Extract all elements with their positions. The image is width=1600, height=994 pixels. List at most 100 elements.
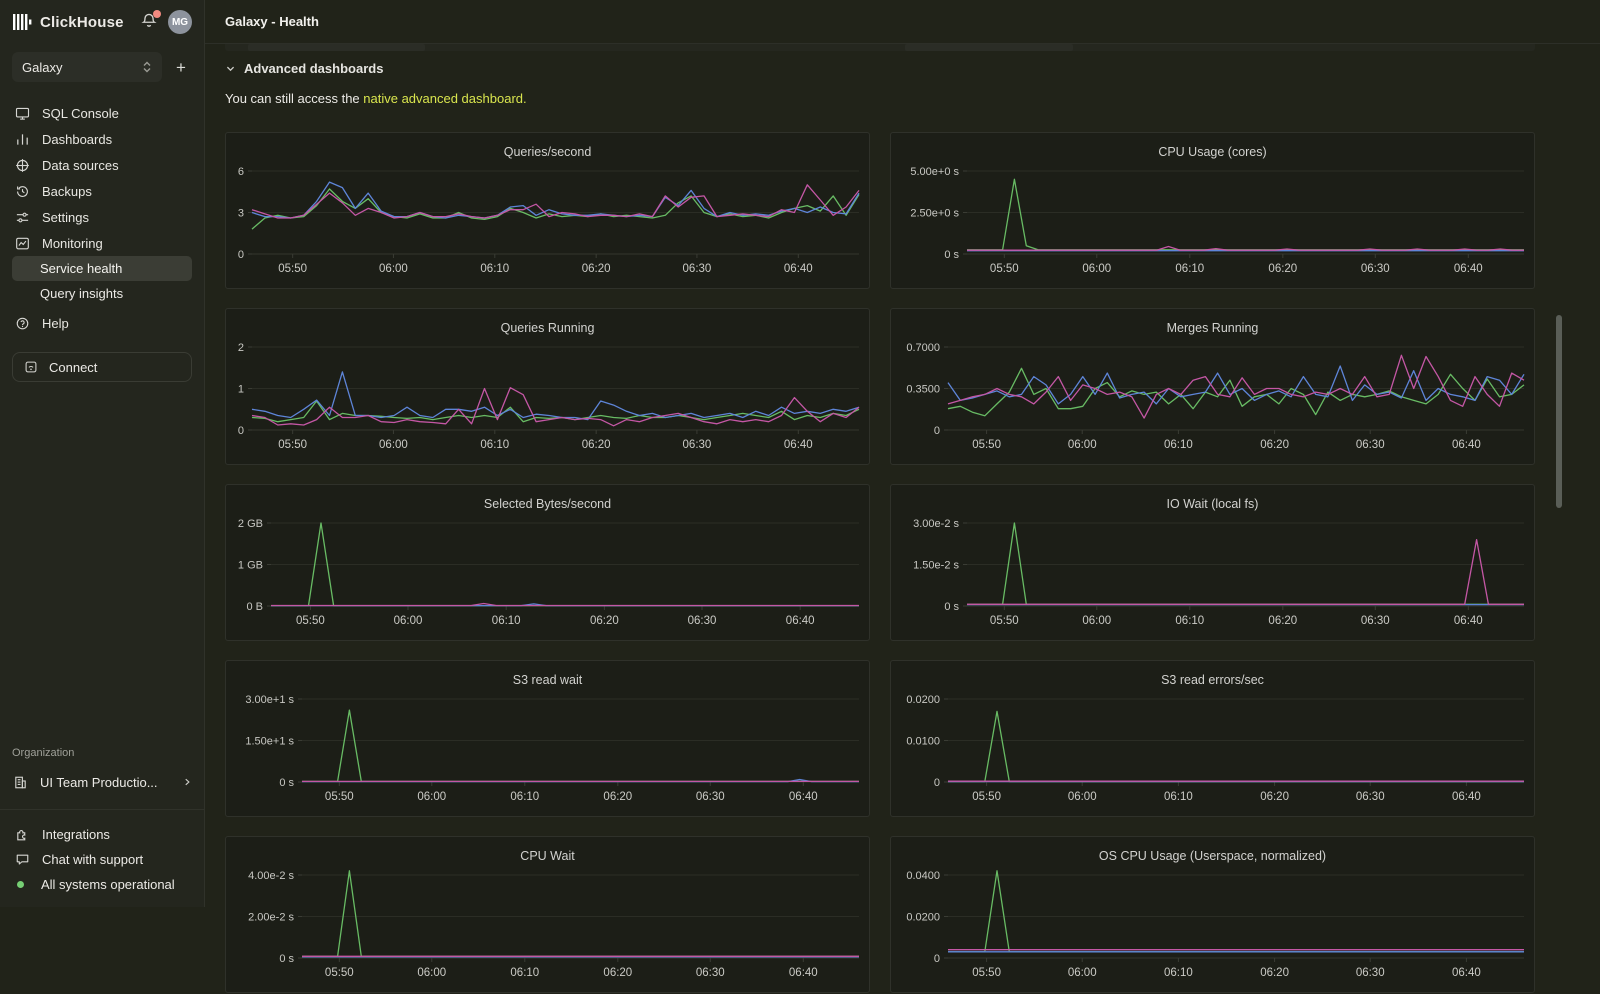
sidebar-item-label: Dashboards bbox=[42, 132, 112, 147]
native-dashboard-link[interactable]: native advanced dashboard. bbox=[363, 91, 526, 106]
workspace-select[interactable]: Galaxy bbox=[12, 52, 162, 82]
chart-title: CPU Wait bbox=[226, 837, 869, 863]
line-chart[interactable]: 0 s1.50e+1 s3.00e+1 s05:5006:0006:1006:2… bbox=[226, 687, 871, 818]
chart-card-io-wait: IO Wait (local fs) 0 s1.50e-2 s3.00e-2 s… bbox=[890, 484, 1535, 641]
svg-text:06:20: 06:20 bbox=[1268, 615, 1297, 627]
svg-text:05:50: 05:50 bbox=[972, 967, 1001, 979]
chart-card-cpu-wait: CPU Wait 0 s2.00e-2 s4.00e-2 s05:5006:00… bbox=[225, 836, 870, 993]
svg-text:0.0100: 0.0100 bbox=[906, 736, 940, 748]
svg-text:05:50: 05:50 bbox=[325, 967, 354, 979]
svg-text:06:00: 06:00 bbox=[1082, 615, 1111, 627]
svg-text:0 s: 0 s bbox=[279, 777, 294, 789]
clickhouse-logo-icon bbox=[12, 12, 32, 32]
svg-text:06:40: 06:40 bbox=[1454, 615, 1483, 627]
svg-text:05:50: 05:50 bbox=[990, 263, 1019, 275]
line-chart[interactable]: 0 B1 GB2 GB05:5006:0006:1006:2006:3006:4… bbox=[226, 511, 871, 642]
sidebar-nav: SQL Console Dashboards Data sources Back… bbox=[0, 96, 204, 340]
svg-text:0.0400: 0.0400 bbox=[906, 870, 940, 882]
svg-text:06:20: 06:20 bbox=[603, 791, 632, 803]
chart-title: S3 read errors/sec bbox=[891, 661, 1534, 687]
sidebar-subitem-label: Query insights bbox=[40, 286, 123, 301]
line-chart[interactable]: 01205:5006:0006:1006:2006:3006:40 bbox=[226, 335, 871, 466]
svg-text:05:50: 05:50 bbox=[990, 615, 1019, 627]
svg-text:06:20: 06:20 bbox=[582, 263, 611, 275]
organization-label: Organization bbox=[0, 747, 204, 759]
svg-text:06:30: 06:30 bbox=[683, 439, 712, 451]
sidebar-item-label: Data sources bbox=[42, 158, 119, 173]
line-chart[interactable]: 03605:5006:0006:1006:2006:3006:40 bbox=[226, 159, 871, 290]
svg-text:05:50: 05:50 bbox=[278, 439, 307, 451]
svg-text:1.50e+1 s: 1.50e+1 s bbox=[245, 736, 294, 748]
svg-text:06:10: 06:10 bbox=[492, 615, 521, 627]
sidebar-item-chat-support[interactable]: Chat with support bbox=[0, 847, 204, 872]
chart-title: S3 read wait bbox=[226, 661, 869, 687]
sidebar-item-service-health[interactable]: Service health bbox=[12, 256, 192, 281]
chart-title: OS CPU Usage (Userspace, normalized) bbox=[891, 837, 1534, 863]
sidebar-item-backups[interactable]: Backups bbox=[12, 178, 192, 204]
sidebar-subitem-label: Service health bbox=[40, 261, 122, 276]
notification-dot bbox=[153, 10, 161, 18]
svg-text:06:40: 06:40 bbox=[789, 791, 818, 803]
line-chart[interactable]: 00.01000.020005:5006:0006:1006:2006:3006… bbox=[891, 687, 1536, 818]
svg-text:06:30: 06:30 bbox=[1356, 967, 1385, 979]
svg-text:06:40: 06:40 bbox=[1452, 791, 1481, 803]
svg-text:06:00: 06:00 bbox=[1082, 263, 1111, 275]
sidebar-item-label: SQL Console bbox=[42, 106, 119, 121]
svg-text:0: 0 bbox=[934, 425, 940, 437]
sidebar-item-query-insights[interactable]: Query insights bbox=[12, 281, 192, 306]
sidebar-item-label: Help bbox=[42, 316, 69, 331]
advanced-dashboards-toggle[interactable]: Advanced dashboards bbox=[225, 61, 1600, 76]
svg-text:06:30: 06:30 bbox=[1361, 615, 1390, 627]
svg-text:06:10: 06:10 bbox=[510, 967, 539, 979]
svg-text:2.50e+0 s: 2.50e+0 s bbox=[910, 208, 959, 220]
system-status[interactable]: All systems operational bbox=[0, 872, 204, 897]
restore-clock-icon bbox=[14, 183, 30, 199]
svg-text:5.00e+0 s: 5.00e+0 s bbox=[910, 166, 959, 178]
chart-card-selected-bytes: Selected Bytes/second 0 B1 GB2 GB05:5006… bbox=[225, 484, 870, 641]
svg-text:06:10: 06:10 bbox=[510, 791, 539, 803]
svg-text:06:00: 06:00 bbox=[1068, 791, 1097, 803]
connect-button[interactable]: Connect bbox=[12, 352, 192, 382]
line-chart[interactable]: 00.35000.700005:5006:0006:1006:2006:3006… bbox=[891, 335, 1536, 466]
vertical-scrollbar[interactable] bbox=[1556, 315, 1562, 508]
sliders-icon bbox=[14, 209, 30, 225]
svg-text:06:00: 06:00 bbox=[379, 439, 408, 451]
svg-text:0 s: 0 s bbox=[944, 601, 959, 613]
svg-text:2.00e-2 s: 2.00e-2 s bbox=[248, 912, 294, 924]
line-chart[interactable]: 0 s2.50e+0 s5.00e+0 s05:5006:0006:1006:2… bbox=[891, 159, 1536, 290]
line-chart[interactable]: 00.02000.040005:5006:0006:1006:2006:3006… bbox=[891, 863, 1536, 994]
chart-card-queries-per-second: Queries/second 03605:5006:0006:1006:2006… bbox=[225, 132, 870, 289]
scrolled-partial-content bbox=[225, 44, 1535, 51]
chart-card-queries-running: Queries Running 01205:5006:0006:1006:200… bbox=[225, 308, 870, 465]
svg-text:06:30: 06:30 bbox=[696, 967, 725, 979]
sidebar-item-dashboards[interactable]: Dashboards bbox=[12, 126, 192, 152]
svg-text:0.3500: 0.3500 bbox=[906, 384, 940, 396]
connect-icon bbox=[23, 359, 39, 375]
organization-switcher[interactable]: UI Team Productio... bbox=[0, 769, 204, 795]
svg-text:05:50: 05:50 bbox=[972, 439, 1001, 451]
svg-text:06:40: 06:40 bbox=[1452, 967, 1481, 979]
connect-label: Connect bbox=[49, 360, 97, 375]
svg-text:3: 3 bbox=[238, 208, 244, 220]
svg-text:6: 6 bbox=[238, 166, 244, 178]
sidebar-item-data-sources[interactable]: Data sources bbox=[12, 152, 192, 178]
add-service-button[interactable]: + bbox=[176, 59, 186, 76]
sidebar-item-settings[interactable]: Settings bbox=[12, 204, 192, 230]
sidebar-item-sql-console[interactable]: SQL Console bbox=[12, 100, 192, 126]
chart-card-os-cpu-usage: OS CPU Usage (Userspace, normalized) 00.… bbox=[890, 836, 1535, 993]
avatar[interactable]: MG bbox=[168, 10, 192, 34]
svg-text:06:00: 06:00 bbox=[417, 967, 446, 979]
line-chart[interactable]: 0 s1.50e-2 s3.00e-2 s05:5006:0006:1006:2… bbox=[891, 511, 1536, 642]
page-header: Galaxy - Health bbox=[205, 0, 1600, 44]
chart-title: CPU Usage (cores) bbox=[891, 133, 1534, 159]
sidebar-item-help[interactable]: Help bbox=[12, 310, 192, 336]
notifications-button[interactable] bbox=[140, 12, 160, 32]
bar-chart-icon bbox=[14, 131, 30, 147]
globe-icon bbox=[14, 157, 30, 173]
line-chart[interactable]: 0 s2.00e-2 s4.00e-2 s05:5006:0006:1006:2… bbox=[226, 863, 871, 994]
brand-row: ClickHouse MG bbox=[0, 0, 204, 44]
sidebar-item-integrations[interactable]: Integrations bbox=[0, 822, 204, 847]
svg-text:06:10: 06:10 bbox=[1164, 791, 1193, 803]
partial-tab bbox=[905, 44, 1073, 51]
sidebar-item-monitoring[interactable]: Monitoring bbox=[12, 230, 192, 256]
